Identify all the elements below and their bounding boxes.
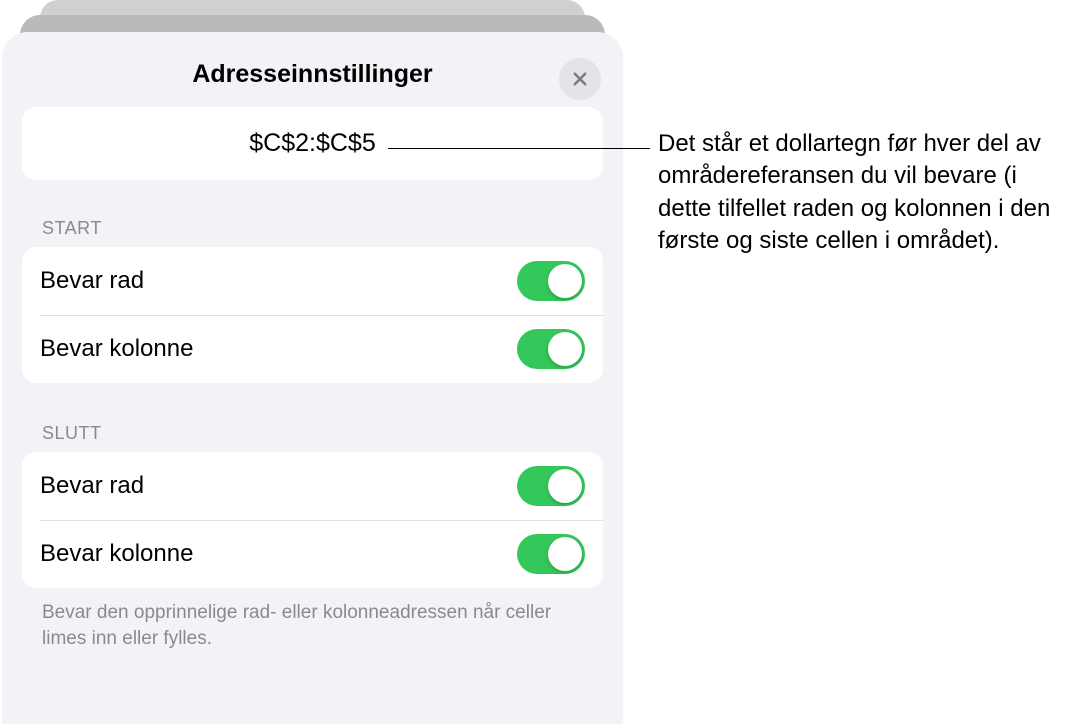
end-preserve-column-label: Bevar kolonne bbox=[40, 540, 193, 568]
end-preserve-column-item: Bevar kolonne bbox=[22, 520, 603, 588]
end-preserve-row-toggle[interactable] bbox=[517, 466, 585, 506]
toggle-knob bbox=[548, 332, 582, 366]
start-preserve-row-item: Bevar rad bbox=[22, 247, 603, 315]
end-preserve-row-label: Bevar rad bbox=[40, 472, 144, 500]
callout-annotation: Det står et dollartegn før hver del av o… bbox=[658, 128, 1068, 258]
close-button[interactable] bbox=[559, 58, 601, 100]
footer-description: Bevar den opprinnelige rad- eller kolonn… bbox=[42, 600, 583, 651]
start-section-header: START bbox=[42, 218, 603, 239]
start-section-group: Bevar rad Bevar kolonne bbox=[22, 247, 603, 383]
end-preserve-row-item: Bevar rad bbox=[22, 452, 603, 520]
start-preserve-column-label: Bevar kolonne bbox=[40, 335, 193, 363]
end-section-group: Bevar rad Bevar kolonne bbox=[22, 452, 603, 588]
end-section-header: SLUTT bbox=[42, 423, 603, 444]
start-preserve-row-toggle[interactable] bbox=[517, 261, 585, 301]
toggle-knob bbox=[548, 469, 582, 503]
callout-leader-line bbox=[388, 148, 650, 149]
start-preserve-column-toggle[interactable] bbox=[517, 329, 585, 369]
settings-panel: Adresseinnstillinger $C$2:$C$5 START Bev… bbox=[2, 32, 623, 724]
address-display[interactable]: $C$2:$C$5 bbox=[22, 107, 603, 180]
start-preserve-column-item: Bevar kolonne bbox=[22, 315, 603, 383]
toggle-knob bbox=[548, 264, 582, 298]
toggle-knob bbox=[548, 537, 582, 571]
end-preserve-column-toggle[interactable] bbox=[517, 534, 585, 574]
close-icon bbox=[571, 70, 589, 88]
panel-title: Adresseinnstillinger bbox=[192, 60, 432, 89]
start-preserve-row-label: Bevar rad bbox=[40, 267, 144, 295]
